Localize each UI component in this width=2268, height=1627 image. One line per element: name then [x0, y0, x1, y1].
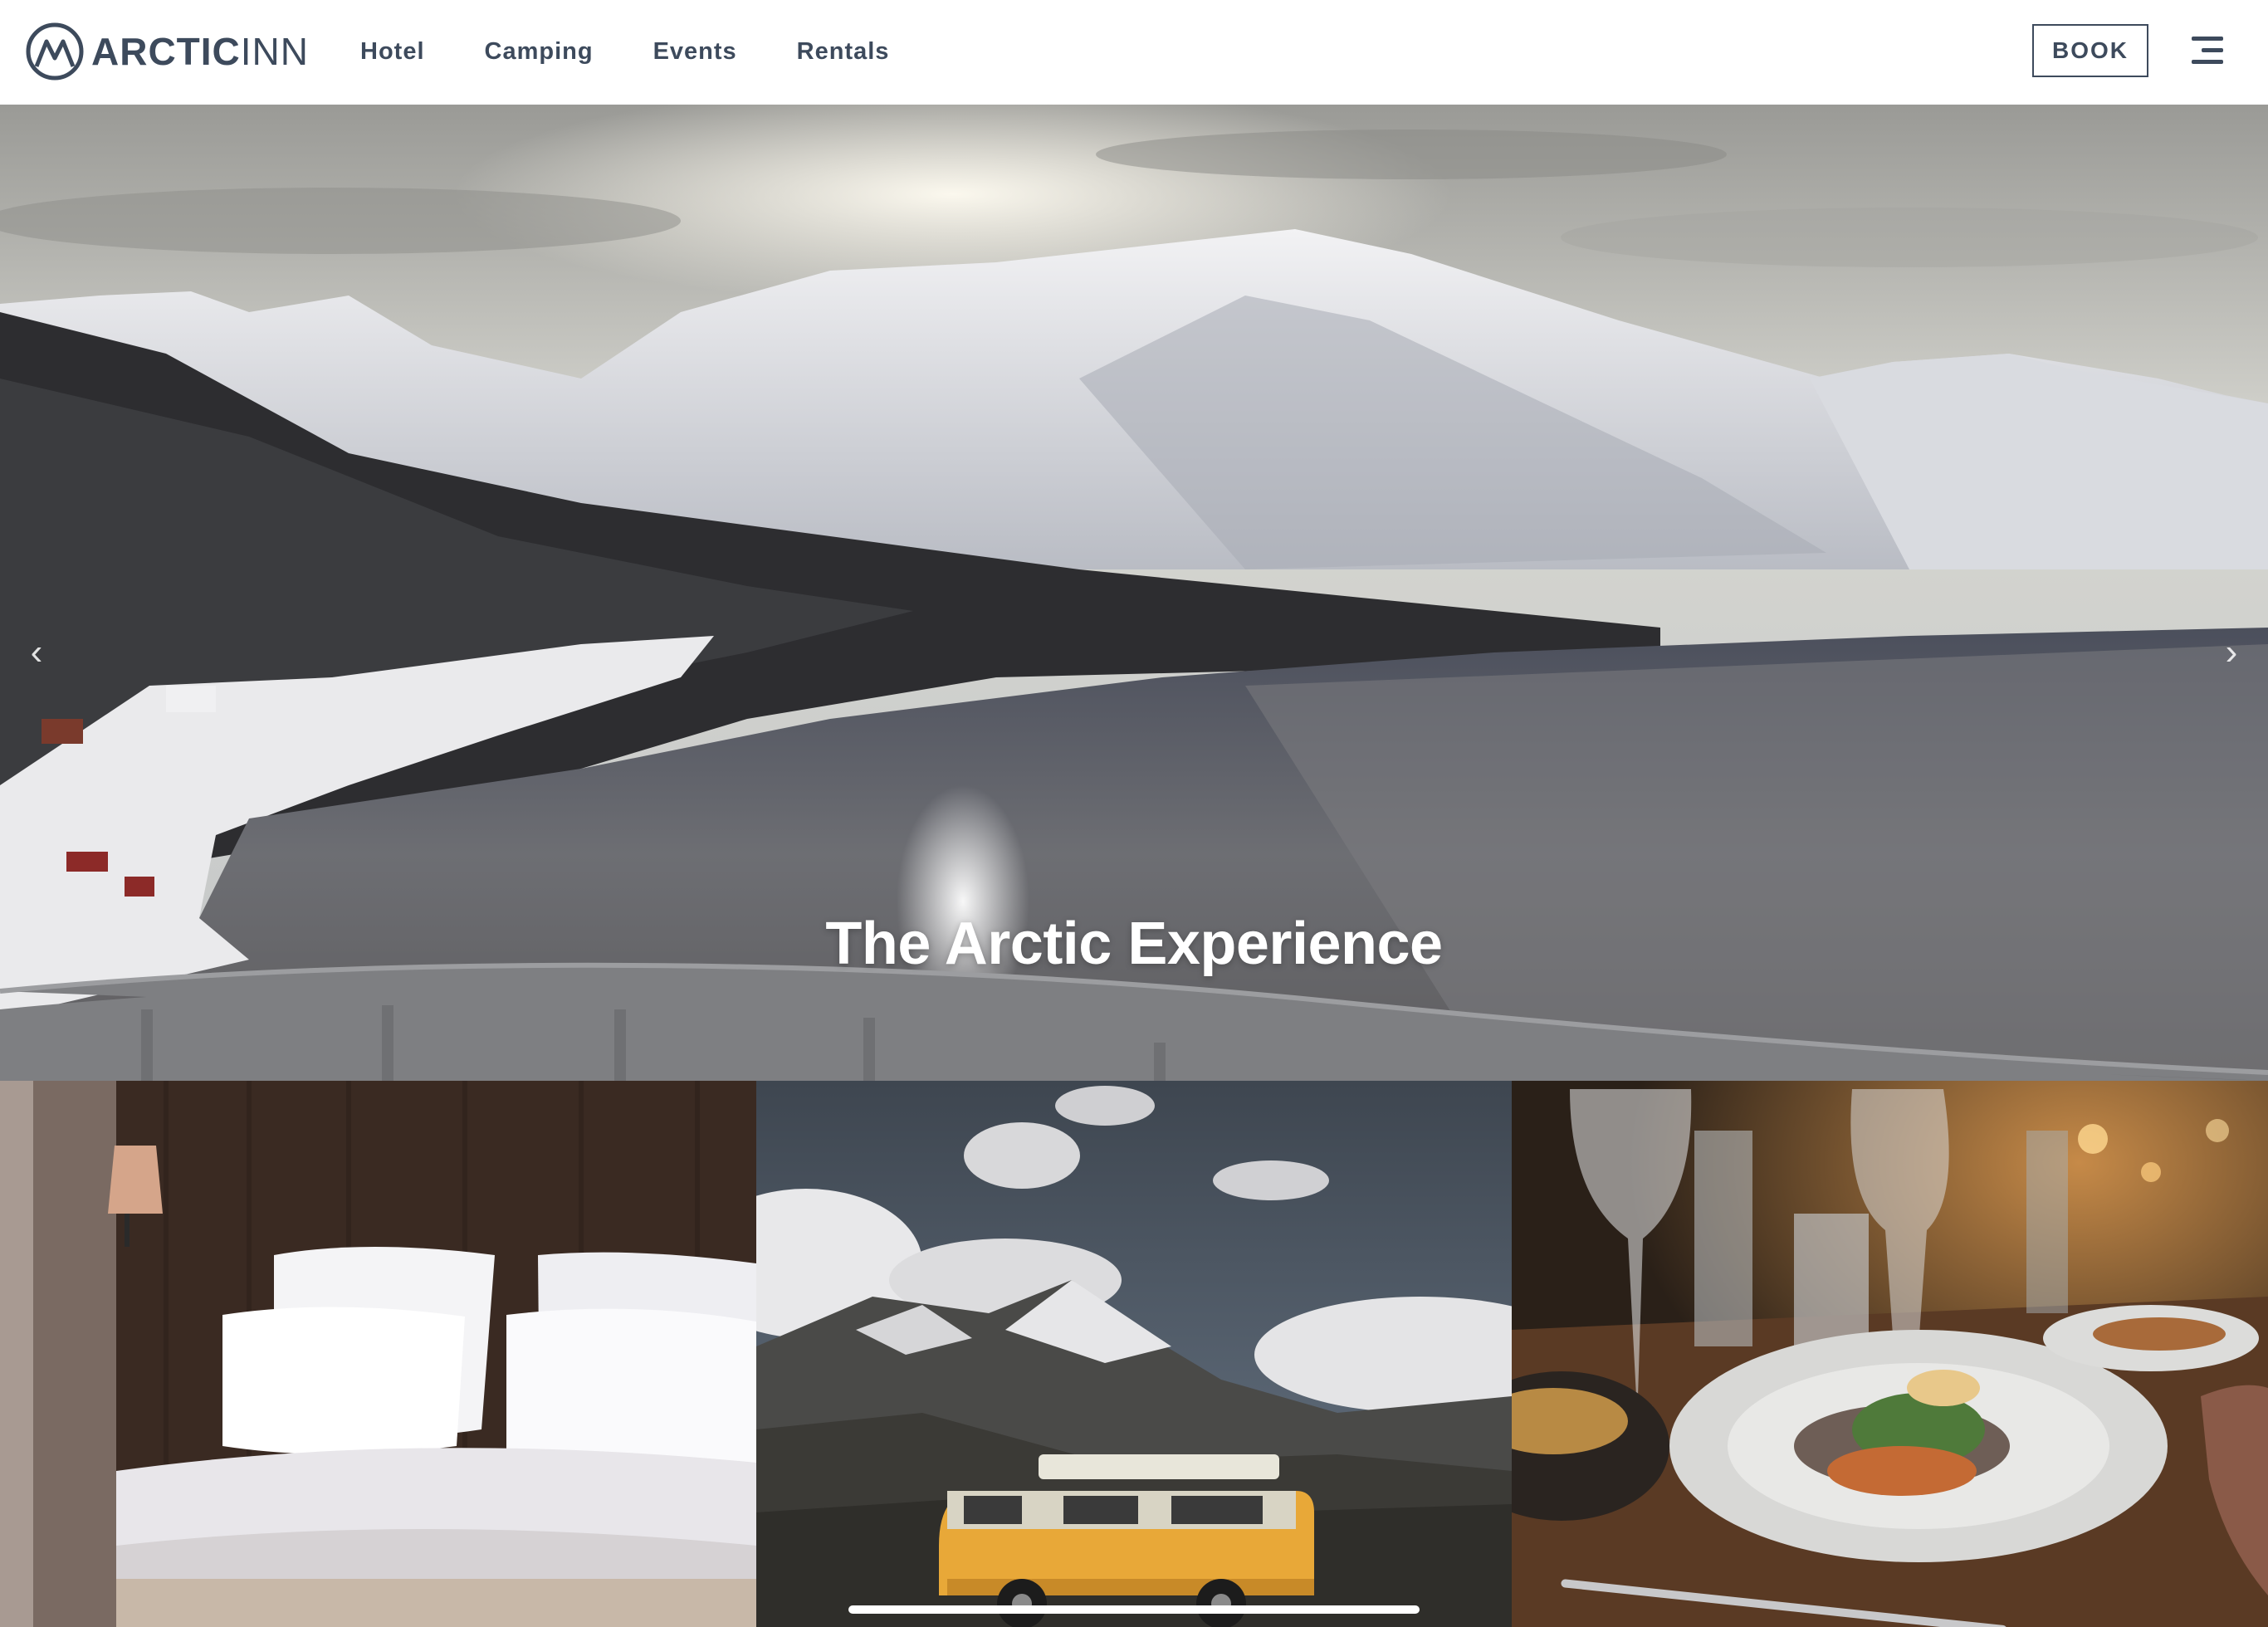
events-tile[interactable]: [1512, 1081, 2268, 1627]
main-nav: Hotel Camping Events Rentals: [360, 33, 949, 70]
brand-name: ARCTIC INN: [91, 29, 309, 74]
nav-item-events[interactable]: Events: [653, 33, 737, 70]
restaurant-dinner-image: [1512, 1081, 2268, 1627]
page: ARCTIC INN Hotel Camping Events Rentals B…: [0, 0, 2268, 1627]
feature-tiles: [0, 1081, 2268, 1627]
carousel-next-arrow[interactable]: ›: [2207, 619, 2256, 686]
site-header: ARCTIC INN Hotel Camping Events Rentals B…: [0, 0, 2268, 105]
nav-item-hotel[interactable]: Hotel: [360, 33, 425, 70]
carousel-prev-arrow[interactable]: ‹: [12, 619, 61, 686]
hero-carousel: ‹ › The Arctic Experience: [0, 105, 2268, 1081]
hamburger-menu-icon[interactable]: [2192, 37, 2223, 65]
brand-name-light: INN: [240, 30, 309, 73]
hero-title: The Arctic Experience: [825, 911, 1443, 977]
book-button[interactable]: BOOK: [2032, 24, 2148, 77]
brand-logo[interactable]: ARCTIC INN: [25, 20, 309, 83]
brand-name-bold: ARCTIC: [91, 30, 241, 73]
mountain-circle-logo-icon: [26, 22, 84, 81]
nav-item-camping[interactable]: Camping: [485, 33, 594, 70]
hotel-room-tile[interactable]: [0, 1081, 756, 1627]
hotel-room-image: [0, 1081, 756, 1627]
nav-item-rentals[interactable]: Rentals: [797, 33, 890, 70]
home-indicator: [848, 1605, 1420, 1614]
camping-tile[interactable]: [756, 1081, 1512, 1627]
camper-van-mountains-image: [756, 1081, 1512, 1627]
